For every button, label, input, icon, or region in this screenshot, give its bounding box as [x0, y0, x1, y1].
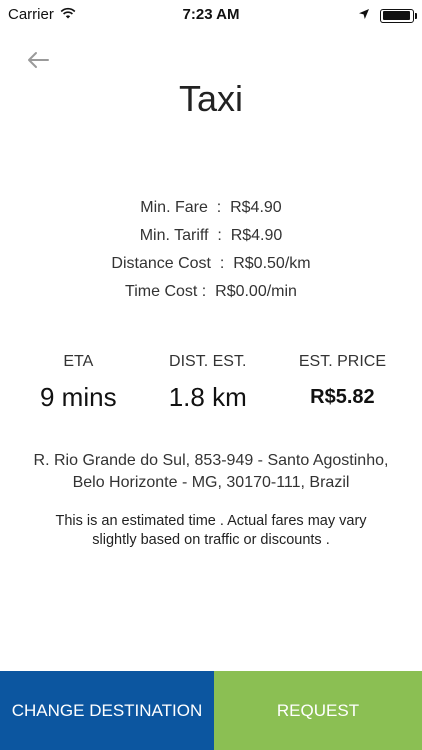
action-bar: CHANGE DESTINATION REQUEST: [0, 671, 422, 750]
price-label: EST. PRICE: [298, 353, 386, 370]
eta-label: ETA: [63, 353, 94, 370]
back-arrow-icon: [28, 52, 49, 68]
price-value: R$5.82: [310, 386, 375, 408]
request-button[interactable]: REQUEST: [214, 671, 422, 750]
price-estimate: EST. PRICE R$5.82: [299, 350, 386, 413]
battery-level: [382, 11, 410, 20]
distance-value: 1.8 km: [168, 382, 247, 412]
eta-estimate: ETA 9 mins: [40, 350, 117, 413]
address-line-2: Belo Horizonte - MG, 30170-111, Brazil: [72, 474, 350, 491]
location-arrow-icon: [358, 7, 370, 24]
back-button[interactable]: [24, 46, 52, 74]
distance-estimate: DIST. EST. 1.8 km: [169, 350, 247, 413]
address-line-1: R. Rio Grande do Sul, 853-949 - Santo Ag…: [33, 452, 389, 469]
status-bar: Carrier 7:23 AM: [0, 0, 422, 30]
fare-disclaimer: This is an estimated time . Actual fares…: [55, 513, 367, 548]
destination-address: R. Rio Grande do Sul, 853-949 - Santo Ag…: [0, 450, 422, 494]
distance-cost-row: Distance Cost : R$0.50/km: [111, 255, 311, 272]
status-right: [358, 7, 417, 24]
min-fare-row: Min. Fare : R$4.90: [140, 199, 282, 216]
page-title: Taxi: [178, 78, 244, 119]
distance-label: DIST. EST.: [169, 353, 247, 370]
eta-value: 9 mins: [40, 382, 117, 412]
fare-details: Min. Fare : R$4.90 Min. Tariff : R$4.90 …: [0, 194, 422, 306]
time-cost-row: Time Cost : R$0.00/min: [125, 283, 297, 300]
battery-icon: [380, 8, 417, 23]
estimates-row: ETA 9 mins DIST. EST. 1.8 km EST. PRICE …: [0, 350, 422, 413]
change-destination-button[interactable]: CHANGE DESTINATION: [0, 671, 214, 750]
min-tariff-row: Min. Tariff : R$4.90: [139, 227, 283, 244]
screen: Carrier 7:23 AM Taxi Min. Fare: R$4.90 …: [0, 0, 422, 750]
